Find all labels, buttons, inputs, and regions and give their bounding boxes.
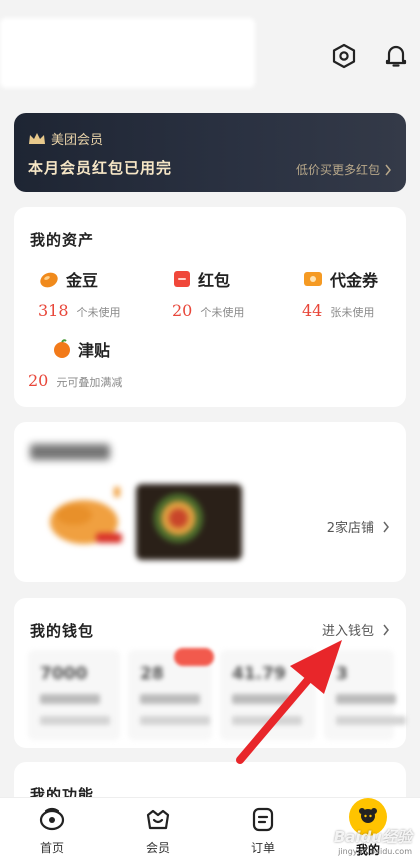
home-icon	[37, 804, 67, 834]
favorite-shop-image	[50, 487, 122, 544]
assets-card: 我的资产 金豆 318 个未使用 红包 20 个未使用 代金券 44 张未使用 …	[14, 207, 406, 407]
crown-icon	[29, 132, 45, 144]
wallet-tile[interactable]: 41.79	[220, 650, 316, 740]
favorites-title-blurred	[30, 444, 110, 460]
voucher-icon	[304, 272, 322, 286]
enter-wallet-link[interactable]: 进入钱包	[322, 620, 390, 639]
asset-label: 代金券	[330, 271, 379, 290]
asset-desc: 元可叠加满减	[56, 376, 123, 389]
member-icon	[143, 804, 173, 834]
red-packet-icon	[174, 271, 190, 287]
tab-member[interactable]: 会员	[128, 804, 188, 856]
blurred-header-area	[0, 18, 255, 88]
asset-label: 红包	[198, 271, 231, 290]
wallet-tile-value: 7000	[40, 664, 88, 684]
tab-label: 首页	[39, 841, 64, 855]
assets-title: 我的资产	[30, 231, 95, 249]
settings-icon[interactable]	[330, 42, 358, 70]
vip-banner[interactable]: 美团会员 本月会员红包已用完 低价买更多红包	[14, 113, 406, 192]
asset-label: 金豆	[66, 271, 99, 290]
tab-home[interactable]: 首页	[22, 804, 82, 856]
chevron-right-icon	[383, 521, 389, 532]
top-bar	[0, 0, 420, 92]
wallet-tile[interactable]: 3	[324, 650, 406, 740]
asset-value: 20	[172, 301, 193, 320]
asset-value: 20	[28, 371, 49, 390]
bell-icon[interactable]	[382, 42, 410, 70]
favorites-card[interactable]: 2家店铺	[14, 422, 406, 582]
vip-brand: 美团会员	[28, 129, 103, 148]
tab-label: 会员	[145, 841, 170, 855]
wallet-tile-value: 3	[336, 664, 348, 684]
asset-red-packet[interactable]: 红包 20 个未使用	[172, 267, 244, 320]
asset-desc: 个未使用	[200, 306, 245, 319]
wallet-tile-value: 41.79	[232, 664, 286, 684]
asset-voucher[interactable]: 代金券 44 张未使用	[302, 267, 378, 320]
asset-desc: 张未使用	[330, 306, 375, 319]
wallet-card: 我的钱包 进入钱包 7000 28 41.79 3	[14, 598, 406, 748]
asset-value: 318	[38, 301, 69, 320]
gold-bean-icon	[40, 272, 58, 288]
vip-buy-link[interactable]: 低价买更多红包	[296, 161, 392, 178]
watermark: Baidu经验 jingyan.baidu.com	[334, 826, 412, 856]
asset-desc: 个未使用	[76, 306, 121, 319]
favorites-count-label: 2家店铺	[326, 521, 374, 536]
wallet-tile-value: 28	[140, 664, 164, 684]
favorites-count-link[interactable]: 2家店铺	[327, 517, 390, 536]
watermark-text: Baidu经验	[333, 828, 412, 846]
tab-orders[interactable]: 订单	[233, 804, 293, 856]
favorite-shop-image	[136, 484, 242, 560]
asset-label: 津贴	[78, 341, 111, 360]
vip-brand-label: 美团会员	[51, 133, 104, 148]
chevron-right-icon	[383, 624, 389, 635]
bottom-tab-bar: 首页 会员 订单 我的 Baidu经验 jingyan.baidu.com	[0, 797, 420, 860]
watermark-sub: jingyan.baidu.com	[338, 847, 412, 856]
enter-wallet-label: 进入钱包	[321, 624, 374, 639]
wallet-badge-blurred	[174, 648, 214, 666]
asset-gold-bean[interactable]: 金豆 318 个未使用	[38, 267, 121, 320]
vip-buy-link-label: 低价买更多红包	[295, 163, 380, 177]
wallet-tile[interactable]: 7000	[28, 650, 120, 740]
order-icon	[248, 804, 278, 834]
asset-allowance[interactable]: 津贴 20 元可叠加满减	[28, 337, 122, 390]
vip-headline: 本月会员红包已用完	[28, 159, 173, 177]
asset-value: 44	[302, 301, 323, 320]
wallet-title: 我的钱包	[30, 622, 95, 640]
chevron-right-icon	[385, 164, 391, 175]
allowance-icon	[54, 339, 70, 358]
tab-label: 订单	[250, 841, 275, 855]
